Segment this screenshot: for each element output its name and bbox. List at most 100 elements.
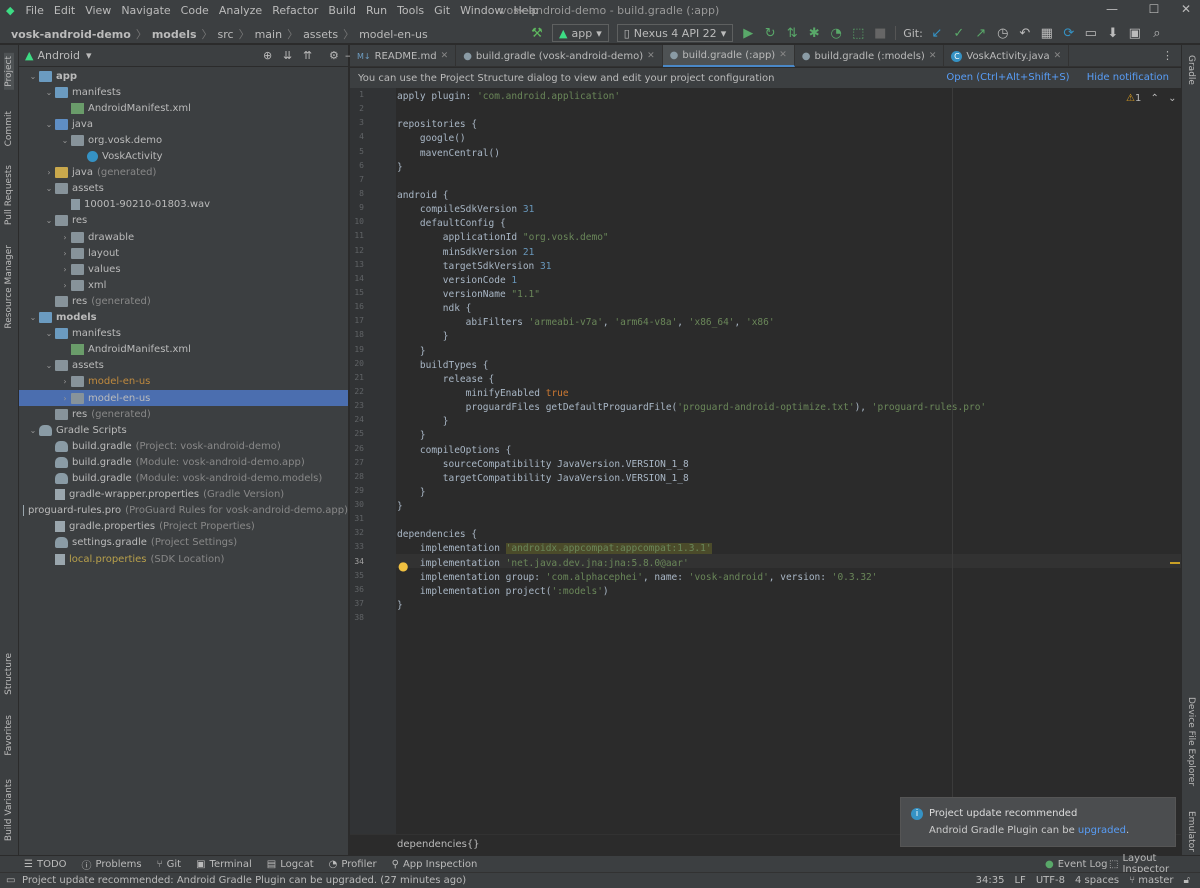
crumb-src[interactable]: src <box>215 28 237 41</box>
avd-manager-icon[interactable]: ▭ <box>1082 24 1100 42</box>
tree-item[interactable]: res (generated) <box>19 406 348 422</box>
inspection-widget[interactable]: ⚠1 ⌃ ⌄ <box>1126 93 1177 104</box>
tree-item[interactable]: build.gradle (Module: vosk-android-demo.a… <box>19 454 348 470</box>
hammer-icon[interactable]: ⚒ <box>528 24 546 42</box>
chevron-down-icon[interactable]: ⌄ <box>43 216 55 225</box>
project-view-select[interactable]: Android <box>37 49 80 62</box>
tab-resource-manager[interactable]: Resource Manager <box>4 245 14 329</box>
tree-item[interactable]: VoskActivity <box>19 149 348 165</box>
tree-item[interactable]: › drawable <box>19 229 348 245</box>
tool-git[interactable]: ⑂ Git <box>157 859 181 870</box>
git-commit-icon[interactable]: ✓ <box>950 24 968 42</box>
tree-item[interactable]: › java (generated) <box>19 165 348 181</box>
chevron-right-icon[interactable]: › <box>59 394 71 403</box>
chevron-up-icon[interactable]: ⌃ <box>1151 93 1159 104</box>
breadcrumb-dependencies[interactable]: dependencies{} <box>397 839 480 850</box>
tab-project[interactable]: Project <box>4 53 14 90</box>
minimize-button[interactable]: — <box>1100 2 1124 20</box>
crumb-models[interactable]: models <box>149 28 200 41</box>
close-icon[interactable]: ✕ <box>779 50 787 60</box>
tool-event-log[interactable]: ● Event Log <box>1045 859 1107 870</box>
tab-structure[interactable]: Structure <box>4 653 14 695</box>
tool-app-inspection[interactable]: ⚲ App Inspection <box>392 859 478 870</box>
menu-edit[interactable]: Edit <box>49 4 80 17</box>
crumb-project[interactable]: vosk-android-demo <box>8 28 134 41</box>
menu-navigate[interactable]: Navigate <box>116 4 175 17</box>
tree-item[interactable]: gradle.properties (Project Properties) <box>19 519 348 535</box>
menu-refactor[interactable]: Refactor <box>267 4 323 17</box>
tree-item[interactable]: res (generated) <box>19 293 348 309</box>
tree-item[interactable]: build.gradle (Module: vosk-android-demo.m… <box>19 471 348 487</box>
git-push-icon[interactable]: ↗ <box>972 24 990 42</box>
chevron-down-icon[interactable]: ⌄ <box>27 72 39 81</box>
tab-device-file-explorer[interactable]: Device File Explorer <box>1186 697 1196 786</box>
chevron-down-icon[interactable]: ▾ <box>86 49 92 62</box>
tree-item[interactable]: › model-en-us <box>19 390 348 406</box>
maximize-button[interactable]: ☐ <box>1142 2 1166 20</box>
run-config-select[interactable]: ▲ app ▾ <box>552 24 609 42</box>
tree-item[interactable]: › values <box>19 261 348 277</box>
close-icon[interactable]: ✕ <box>1054 51 1062 61</box>
close-icon[interactable]: ✕ <box>929 51 937 61</box>
lightbulb-icon[interactable]: ● <box>398 559 408 573</box>
tool-logcat[interactable]: ▤ Logcat <box>267 859 314 870</box>
crumb-main[interactable]: main <box>252 28 285 41</box>
locate-icon[interactable]: ⊕ <box>263 49 272 62</box>
menu-build[interactable]: Build <box>323 4 361 17</box>
rerun-icon[interactable]: ↻ <box>761 24 779 42</box>
close-icon[interactable]: ✕ <box>647 51 655 61</box>
tree-item[interactable]: ⌄ assets <box>19 181 348 197</box>
tab-gradle[interactable]: Gradle <box>1186 55 1196 85</box>
tree-item[interactable]: settings.gradle (Project Settings) <box>19 535 348 551</box>
tab-commit[interactable]: Commit <box>4 111 14 146</box>
tree-item[interactable]: ⌄ app <box>19 68 348 84</box>
tree-item[interactable]: gradle-wrapper.properties (Gradle Version… <box>19 487 348 503</box>
line-separator[interactable]: LF <box>1014 875 1025 886</box>
chevron-down-icon[interactable]: ⌄ <box>27 426 39 435</box>
chevron-right-icon[interactable]: › <box>43 168 55 177</box>
rollback-icon[interactable]: ↶ <box>1016 24 1034 42</box>
lock-icon[interactable]: 🔓︎ <box>1184 875 1190 886</box>
code-editor[interactable]: 1 2 3 4 5 6 7 8 9 10 11 12 13 14 15 16 17 18 19 20 21 22 23 24 2… <box>350 88 1181 855</box>
tree-item[interactable]: local.properties (SDK Location) <box>19 551 348 567</box>
search-icon[interactable]: ⌕ <box>1148 24 1166 42</box>
chevron-down-icon[interactable]: ⌄ <box>27 313 39 322</box>
profile-icon[interactable]: ◔ <box>827 24 845 42</box>
tree-item[interactable]: ⌄ manifests <box>19 84 348 100</box>
debug-icon[interactable]: ✱ <box>805 24 823 42</box>
apply-changes-icon[interactable]: ⇅ <box>783 24 801 42</box>
tool-profiler[interactable]: ◔ Profiler <box>329 859 377 870</box>
crumb-assets[interactable]: assets <box>300 28 341 41</box>
close-icon[interactable]: ✕ <box>441 51 449 61</box>
menu-analyze[interactable]: Analyze <box>214 4 267 17</box>
tree-item[interactable]: proguard-rules.pro (ProGuard Rules for vo… <box>19 503 348 519</box>
status-message[interactable]: Project update recommended: Android Grad… <box>22 875 466 886</box>
editor-tab[interactable]: ● build.gradle (:app) ✕ <box>662 45 795 67</box>
chevron-right-icon[interactable]: › <box>59 233 71 242</box>
chevron-down-icon[interactable]: ⌄ <box>43 361 55 370</box>
tree-item[interactable]: › model-en-us <box>19 374 348 390</box>
collapse-all-icon[interactable]: ⇊ <box>283 49 292 62</box>
tree-item[interactable]: ⌄ manifests <box>19 326 348 342</box>
tool-todo[interactable]: ☰ TODO <box>24 859 67 870</box>
chevron-down-icon[interactable]: ⌄ <box>43 88 55 97</box>
stop-icon[interactable]: ■ <box>871 24 889 42</box>
project-structure-icon[interactable]: ▦ <box>1038 24 1056 42</box>
menu-run[interactable]: Run <box>361 4 392 17</box>
menu-file[interactable]: File <box>20 4 48 17</box>
tab-build-variants[interactable]: Build Variants <box>4 779 14 841</box>
status-toggle-icon[interactable]: ▭ <box>6 875 15 886</box>
menu-view[interactable]: View <box>80 4 116 17</box>
tool-problems[interactable]: ⓘ Problems <box>82 857 142 872</box>
git-update-icon[interactable]: ↙ <box>928 24 946 42</box>
history-icon[interactable]: ◷ <box>994 24 1012 42</box>
editor-tab[interactable]: C VoskActivity.java ✕ <box>944 45 1070 67</box>
chevron-down-icon[interactable]: ⌄ <box>43 329 55 338</box>
tree-item[interactable]: 10001-90210-01803.wav <box>19 197 348 213</box>
expand-all-icon[interactable]: ⇈ <box>303 49 312 62</box>
tree-item[interactable]: ⌄ res <box>19 213 348 229</box>
menu-git[interactable]: Git <box>429 4 455 17</box>
tree-item[interactable]: › xml <box>19 277 348 293</box>
hide-notification-link[interactable]: Hide notification <box>1087 72 1169 83</box>
indent-setting[interactable]: 4 spaces <box>1075 875 1119 886</box>
